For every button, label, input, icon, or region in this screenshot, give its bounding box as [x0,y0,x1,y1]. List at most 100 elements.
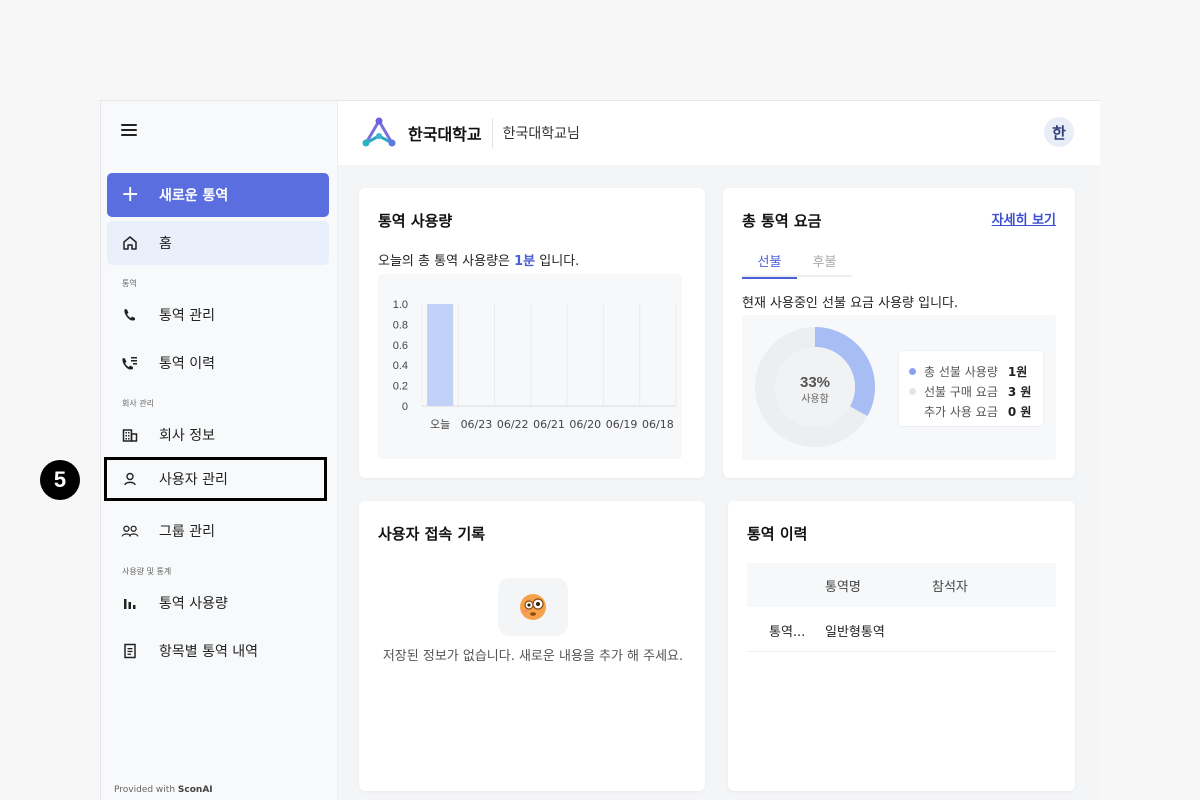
usage-text-value: 1분 [514,254,536,269]
col-header-participants: 참석자 [932,580,968,595]
sidebar-item-label: 통역 관리 [159,308,215,324]
fee-legend: 총 선불 사용량 1원 선불 구매 요금 3 원 추가 사용 요금 0 원 [898,350,1044,427]
new-interpretation-label: 새로운 통역 [159,188,229,204]
y-tick-label: 0 [402,401,408,413]
legend-dot [909,387,916,395]
usage-text-prefix: 오늘의 총 통역 사용량은 [378,254,510,269]
avatar[interactable]: 한 [1044,117,1074,147]
fee-card-title: 총 통역 요금 [742,212,822,230]
usage-bar-chart: 1.0 0.8 0.6 0.4 0.2 0 오늘 06/23 06/22 06/21 06/20 06… [393,299,677,431]
plus-icon: + [121,182,140,207]
provided-with-footer: Provided with SconAI [114,785,213,795]
empty-state-text: 저장된 정보가 없습니다. 새로운 내용을 추가 해 주세요. [382,649,684,664]
y-tick-label: 0.6 [393,340,408,352]
y-tick-label: 0.2 [393,381,408,393]
y-tick-label: 0.8 [393,319,408,331]
x-tick-label: 06/18 [642,418,674,431]
provided-brand: SconAI [177,785,213,795]
usage-chart-container: 1.0 0.8 0.6 0.4 0.2 0 오늘 06/23 06/22 06/21 06/20 06… [378,274,682,459]
usage-card-title: 통역 사용량 [378,212,453,230]
legend-label: 선불 구매 요금 [924,384,998,399]
legend-row-total: 총 선불 사용량 1원 [909,361,1043,381]
sidebar-item-company-info[interactable]: 회사 정보 [107,413,329,457]
step-badge: 5 [40,460,80,500]
app-window: + 새로운 통역 홈 통역 통역 관리 통역 이력 회사 관리 회사 정보 사용… [100,100,1100,800]
sidebar-item-group-manage[interactable]: 그룹 관리 [107,509,329,553]
donut-label: 사용함 [801,393,829,405]
x-tick-label: 06/20 [569,418,601,431]
group-icon [121,522,139,540]
history-card-title: 통역 이력 [747,525,808,543]
legend-dot [909,408,916,415]
user-name: 한국대학교님 [502,126,580,142]
provided-prefix: Provided with [114,785,176,795]
legend-label: 총 선불 사용량 [924,364,998,379]
legend-row-extra: 추가 사용 요금 0 원 [909,401,1043,421]
history-card: 통역 이력 통역명 참석자 통역... 일반형통역 [728,501,1075,791]
prepaid-usage-donut: 33% 사용함 [755,327,875,447]
x-tick-label: 06/19 [606,418,638,431]
history-table-header: 통역명 참석자 [747,563,1056,607]
sidebar-item-label: 홈 [159,236,172,252]
y-tick-label: 1.0 [393,299,408,311]
legend-row-purchase: 선불 구매 요금 3 원 [909,381,1043,401]
header-divider [491,118,493,148]
x-tick-label: 06/22 [497,418,529,431]
donut-percent: 33% [800,374,830,391]
legend-value: 0 원 [1007,404,1032,419]
fee-card: 총 통역 요금 자세히 보기 선불 후불 현재 사용중인 선불 요금 사용량 입… [723,188,1075,478]
access-log-title: 사용자 접속 기록 [378,525,486,543]
top-header: 한국대학교 한국대학교님 한 [338,101,1100,165]
access-log-card: 사용자 접속 기록 저장된 정보가 없습니다. 새로운 내용을 추가 해 주세요… [359,501,705,791]
phone-icon [121,306,139,324]
fee-description: 현재 사용중인 선불 요금 사용량 입니다. [742,296,959,311]
sidebar-item-label: 통역 사용량 [159,596,228,612]
x-tick-label: 06/21 [533,418,565,431]
y-tick-label: 0.4 [393,360,408,372]
section-label-company: 회사 관리 [122,399,154,408]
legend-value: 3 원 [1007,384,1032,399]
legend-value: 1원 [1007,364,1028,379]
section-label-usage: 사용량 및 통계 [122,567,172,576]
sidebar-item-label: 사용자 관리 [159,472,228,488]
sidebar-item-home[interactable]: 홈 [107,221,329,265]
phone-list-icon [121,354,139,372]
section-label-interp: 통역 [122,279,137,288]
sidebar-item-label: 통역 이력 [159,356,215,372]
sidebar-item-usage[interactable]: 통역 사용량 [107,581,329,625]
sidebar-item-user-manage[interactable]: 사용자 관리 [104,457,327,501]
row-cell-first: 통역... [769,625,806,640]
chart-bar [427,304,454,406]
table-row[interactable]: 통역... 일반형통역 [747,607,1056,652]
legend-dot [909,367,916,375]
usage-card: 통역 사용량 오늘의 총 통역 사용량은 1분 입니다. 1.0 0.8 0.6 0.… [359,188,705,478]
bar-chart-icon [121,594,139,612]
sidebar-item-interp-history[interactable]: 통역 이력 [107,341,329,385]
tab-prepaid[interactable]: 선불 [742,251,797,279]
hamburger-menu-icon[interactable] [121,124,137,138]
document-icon [121,642,139,660]
legend-label: 추가 사용 요금 [924,404,998,419]
new-interpretation-button[interactable]: + 새로운 통역 [107,173,329,217]
x-tick-label: 오늘 [430,418,450,431]
home-icon [121,234,139,252]
usage-text-suffix: 입니다. [539,254,580,269]
sidebar-item-itemized[interactable]: 항목별 통역 내역 [107,629,329,673]
fee-tabs: 선불 후불 [742,251,852,279]
col-header-name: 통역명 [825,580,861,595]
sidebar-item-label: 그룹 관리 [159,524,215,540]
row-cell-name: 일반형통역 [825,625,885,640]
empty-face-icon [498,578,568,636]
fee-summary-box: 33% 사용함 총 선불 사용량 1원 선불 구매 요금 3 원 추가 사용 요… [742,315,1056,460]
sidebar-item-label: 항목별 통역 내역 [159,644,259,660]
sidebar-item-label: 회사 정보 [159,428,215,444]
usage-summary-text: 오늘의 총 통역 사용량은 1분 입니다. [378,250,579,269]
sidebar: + 새로운 통역 홈 통역 통역 관리 통역 이력 회사 관리 회사 정보 사용… [101,101,338,800]
org-logo-icon [362,117,396,147]
org-name: 한국대학교 [408,125,482,144]
user-icon [121,470,139,488]
tab-postpaid[interactable]: 후불 [797,251,852,277]
sidebar-item-interp-manage[interactable]: 통역 관리 [107,293,329,337]
x-tick-label: 06/23 [461,418,493,431]
view-details-link[interactable]: 자세히 보기 [992,209,1056,228]
